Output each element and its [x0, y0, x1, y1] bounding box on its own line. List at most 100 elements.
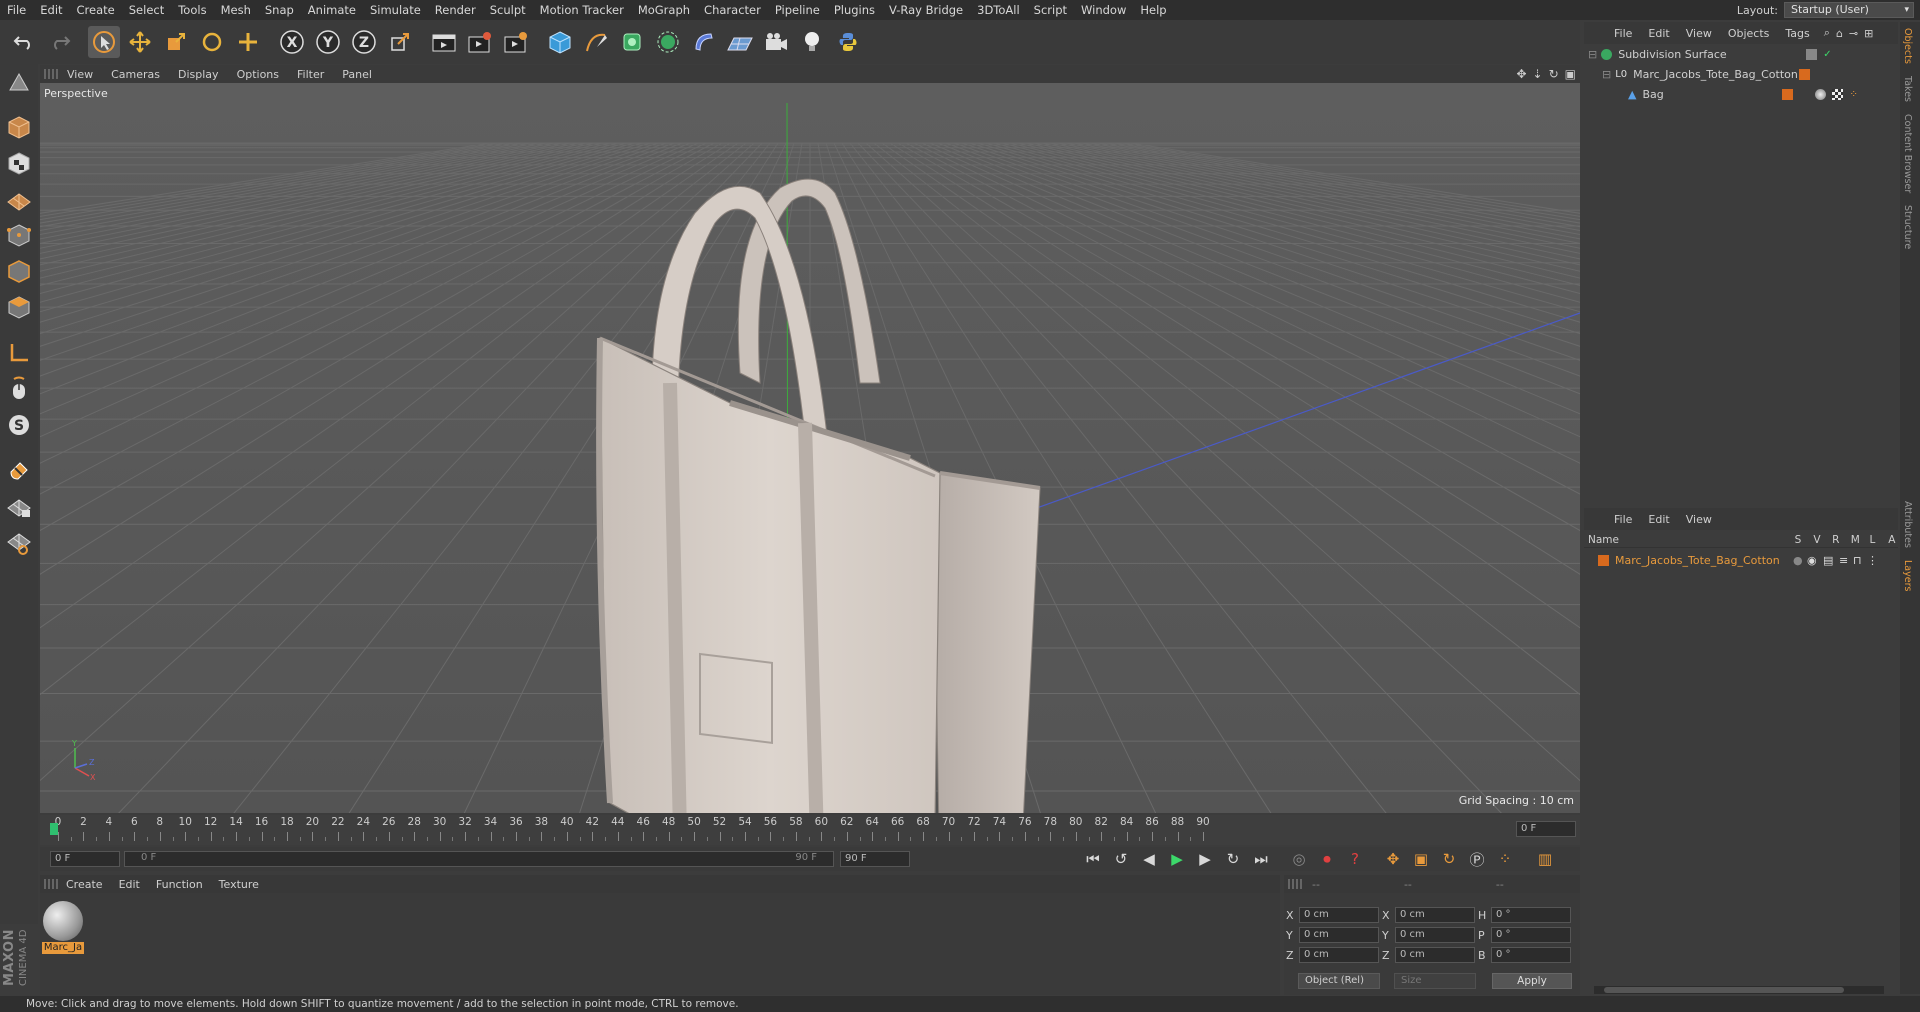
parameter-key-icon[interactable]: Ⓟ — [1464, 848, 1490, 870]
material-menu-texture[interactable]: Texture — [211, 878, 267, 891]
menu-edit[interactable]: Edit — [33, 0, 69, 20]
side-tab-takes[interactable]: Takes — [1900, 70, 1915, 108]
floor-environment-icon[interactable] — [724, 26, 756, 58]
z-position-field[interactable]: 0 cm — [1299, 947, 1379, 963]
render-settings-icon[interactable] — [500, 26, 532, 58]
play-icon[interactable]: ▶ — [1164, 848, 1190, 870]
go-to-end-icon[interactable]: ⏭ — [1248, 848, 1274, 870]
y-size-field[interactable]: 0 cm — [1395, 927, 1475, 943]
p-rotation-field[interactable]: 0 ° — [1491, 927, 1571, 943]
rotation-key-icon[interactable]: ↻ — [1436, 848, 1462, 870]
menu-snap[interactable]: Snap — [258, 0, 301, 20]
redo-button[interactable] — [44, 26, 76, 58]
object-row-subdivision[interactable]: ⊟ Subdivision Surface ✓ — [1584, 44, 1898, 64]
model-mode-icon[interactable] — [2, 110, 36, 144]
coordinate-system-icon[interactable] — [384, 26, 416, 58]
cube-primitive-icon[interactable] — [544, 26, 576, 58]
menu-v-ray-bridge[interactable]: V-Ray Bridge — [882, 0, 970, 20]
transform-tool[interactable] — [232, 26, 264, 58]
object-menu-tags[interactable]: Tags — [1777, 27, 1817, 40]
manager-icon[interactable]: ≡ — [1839, 554, 1853, 567]
object-row-bag[interactable]: ▲ Bag ⁘ — [1584, 84, 1898, 104]
material-tag-icon[interactable] — [1815, 88, 1827, 100]
b-rotation-field[interactable]: 0 ° — [1491, 947, 1571, 963]
filter-icon[interactable]: ⊸ — [1849, 27, 1858, 40]
object-row-tote[interactable]: ⊟ L0 Marc_Jacobs_Tote_Bag_Cotton — [1584, 64, 1898, 84]
menu-mesh[interactable]: Mesh — [214, 0, 258, 20]
menu-file[interactable]: File — [0, 0, 33, 20]
side-tab-content-browser[interactable]: Content Browser — [1900, 108, 1915, 199]
enabled-check-icon[interactable]: ✓ — [1823, 49, 1831, 60]
material-menu-create[interactable]: Create — [58, 878, 111, 891]
points-mode-icon[interactable] — [2, 218, 36, 252]
menu-window[interactable]: Window — [1074, 0, 1133, 20]
render-picture-viewer-icon[interactable] — [464, 26, 496, 58]
texture-mode-icon[interactable] — [2, 146, 36, 180]
scale-key-icon[interactable]: ▣ — [1408, 848, 1434, 870]
render-icon[interactable]: ▤ — [1823, 554, 1839, 567]
start-frame-field[interactable]: 0 F — [50, 851, 120, 867]
go-to-start-icon[interactable]: ⏮ — [1080, 848, 1106, 870]
x-axis-lock-icon[interactable]: X — [276, 26, 308, 58]
generator-nurbs-icon[interactable] — [616, 26, 648, 58]
layer-menu-file[interactable]: File — [1606, 513, 1640, 526]
menu-pipeline[interactable]: Pipeline — [768, 0, 827, 20]
material-swatch[interactable]: Marc_Ja — [42, 901, 84, 954]
render-view-icon[interactable] — [428, 26, 460, 58]
side-tab-layers[interactable]: Layers — [1900, 554, 1915, 597]
next-key-icon[interactable]: ↻ — [1220, 848, 1246, 870]
undo-button[interactable] — [8, 26, 40, 58]
menu-motion-tracker[interactable]: Motion Tracker — [533, 0, 631, 20]
viewport-menu-view[interactable]: View — [58, 68, 102, 81]
viewport-menu-filter[interactable]: Filter — [288, 68, 333, 81]
rotate-tool[interactable] — [196, 26, 228, 58]
menu-select[interactable]: Select — [122, 0, 171, 20]
end-frame-field[interactable]: 90 F — [840, 851, 910, 867]
collapse-icon[interactable]: ⊟ — [1602, 68, 1611, 81]
current-frame-field[interactable]: 0 F — [1516, 821, 1576, 837]
record-icon[interactable]: ◎ — [1286, 848, 1312, 870]
move-tool[interactable] — [124, 26, 156, 58]
menu-help[interactable]: Help — [1133, 0, 1173, 20]
polygons-mode-icon[interactable] — [2, 290, 36, 324]
menu-create[interactable]: Create — [70, 0, 122, 20]
side-tab-attributes[interactable]: Attributes — [1900, 495, 1915, 554]
size-mode-dropdown[interactable]: Size — [1394, 973, 1476, 989]
apply-button[interactable]: Apply — [1492, 973, 1572, 989]
light-icon[interactable] — [796, 26, 828, 58]
layout-dropdown[interactable]: Startup (User) — [1784, 2, 1914, 18]
preview-range-slider[interactable]: 0 F 90 F — [124, 851, 834, 867]
pan-view-icon[interactable]: ✥ — [1516, 67, 1526, 81]
position-key-icon[interactable]: ✥ — [1380, 848, 1406, 870]
x-position-field[interactable]: 0 cm — [1299, 907, 1379, 923]
maximize-view-icon[interactable]: ▣ — [1565, 67, 1576, 81]
search-icon[interactable]: ⌕ — [1824, 26, 1830, 40]
3d-viewport[interactable]: Y X Z Perspective Grid Spacing : 10 cm — [40, 83, 1580, 813]
visible-icon[interactable]: ◉ — [1807, 554, 1823, 567]
axis-mode-icon[interactable] — [2, 336, 36, 370]
tweak-mode-icon[interactable] — [2, 372, 36, 406]
x-size-field[interactable]: 0 cm — [1395, 907, 1475, 923]
viewport-menu-display[interactable]: Display — [169, 68, 228, 81]
edges-mode-icon[interactable] — [2, 254, 36, 288]
snapping-icon[interactable]: S — [2, 408, 36, 442]
object-menu-objects[interactable]: Objects — [1720, 27, 1778, 40]
lock-workplane-icon[interactable] — [2, 490, 36, 524]
horizontal-scrollbar[interactable] — [1594, 986, 1884, 994]
material-menu-edit[interactable]: Edit — [111, 878, 148, 891]
menu-render[interactable]: Render — [428, 0, 483, 20]
menu-character[interactable]: Character — [697, 0, 768, 20]
dolly-view-icon[interactable]: ⇣ — [1533, 67, 1543, 81]
z-size-field[interactable]: 0 cm — [1395, 947, 1475, 963]
menu-animate[interactable]: Animate — [301, 0, 363, 20]
object-menu-file[interactable]: File — [1606, 27, 1640, 40]
deformer-icon[interactable] — [688, 26, 720, 58]
lock-icon[interactable]: ⊓ — [1853, 554, 1867, 567]
menu-simulate[interactable]: Simulate — [363, 0, 428, 20]
home-icon[interactable]: ⌂ — [1836, 27, 1843, 40]
object-menu-view[interactable]: View — [1678, 27, 1720, 40]
previous-frame-icon[interactable]: ◀ — [1136, 848, 1162, 870]
menu-sculpt[interactable]: Sculpt — [483, 0, 533, 20]
collapse-icon[interactable]: ⊟ — [1588, 48, 1597, 61]
keyframe-selection-icon[interactable]: ? — [1342, 848, 1368, 870]
